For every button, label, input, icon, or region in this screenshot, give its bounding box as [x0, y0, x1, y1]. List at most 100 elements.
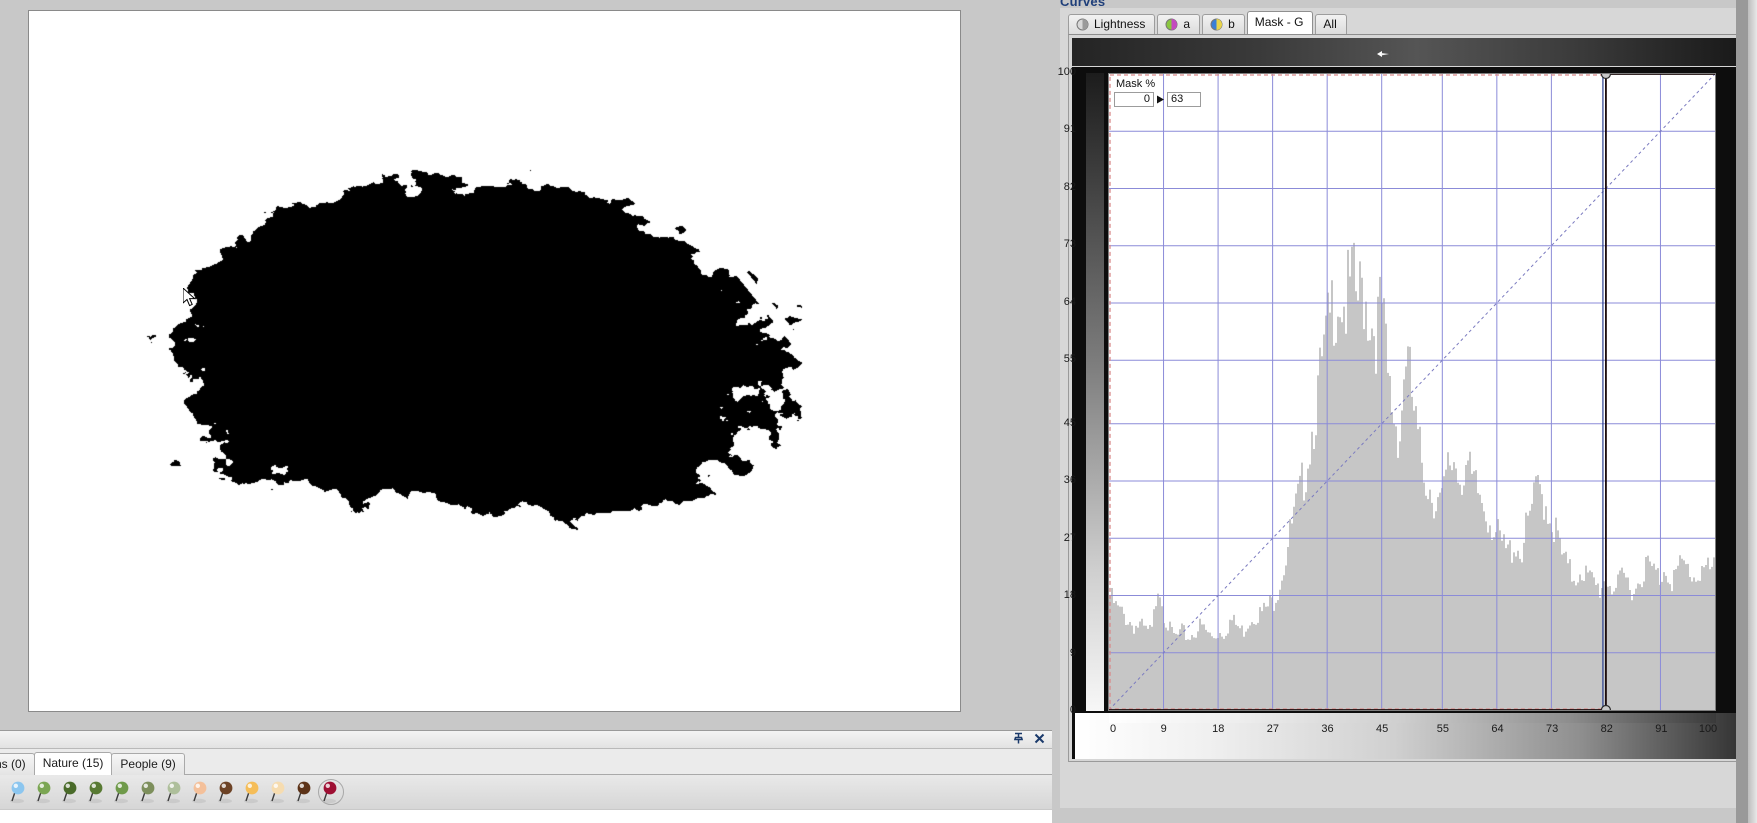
control-point-0[interactable]	[1600, 704, 1612, 711]
pin-blue[interactable]	[4, 777, 30, 807]
y-tick-27: 27	[1063, 531, 1076, 544]
y-tick-100: 100	[1057, 66, 1076, 78]
tag-panel-tools	[1012, 732, 1046, 745]
pin-crimson[interactable]	[316, 777, 344, 807]
mask-percent-readout: Mask % 0 63	[1114, 78, 1206, 107]
pin-green-3[interactable]	[108, 777, 134, 807]
tab-mask-g-label: Mask - G	[1254, 15, 1304, 29]
pin-brown-icon	[218, 781, 233, 804]
y-tick-9: 9	[1069, 646, 1076, 659]
pin-cream[interactable]	[264, 777, 290, 807]
play-arrow-icon	[1157, 95, 1164, 104]
pin-olive[interactable]	[134, 777, 160, 807]
tab-lightness[interactable]: Lightness	[1068, 14, 1156, 34]
pin-orange-icon	[244, 781, 259, 804]
pin-blue-icon	[10, 781, 25, 804]
tab-all[interactable]: All	[1315, 14, 1347, 34]
x-tick-0: 0	[1109, 723, 1117, 735]
pin-green-3-icon	[114, 781, 129, 804]
tab-a-label: a	[1183, 17, 1191, 31]
pin-cream-icon	[270, 781, 285, 804]
plot-area[interactable]: Mask % 0 63	[1108, 73, 1716, 711]
y-tick-45: 45	[1063, 416, 1076, 429]
image-viewer-pane	[0, 0, 1052, 730]
pin-darkbrown-icon	[296, 781, 311, 804]
graph-drag-handle-icon[interactable]	[1375, 49, 1391, 59]
x-tick-27: 27	[1266, 723, 1279, 735]
pin-sage[interactable]	[160, 777, 186, 807]
y-tick-18: 18	[1063, 589, 1076, 602]
pin-crimson-icon	[322, 781, 337, 804]
mask-preview-image[interactable]	[28, 10, 961, 712]
control-point-1[interactable]	[1600, 74, 1612, 80]
pin-brown[interactable]	[212, 777, 238, 807]
y-tick-91: 91	[1063, 123, 1076, 136]
tab-all-label: All	[1323, 17, 1337, 31]
app-root: ns (0) Nature (15) People (9) Curves Lig…	[0, 0, 1757, 823]
x-tick-36: 36	[1321, 723, 1334, 735]
lightness-swatch-icon	[1076, 18, 1089, 31]
pin-sage-icon	[166, 781, 181, 804]
graph-top-gradient-bar[interactable]	[1072, 38, 1736, 66]
pin-peach[interactable]	[186, 777, 212, 807]
pin-green-1[interactable]	[30, 777, 56, 807]
y-tick-73: 73	[1063, 238, 1076, 251]
x-tick-9: 9	[1160, 723, 1167, 735]
pin-green-1-icon	[36, 781, 51, 804]
tab-b[interactable]: b	[1202, 14, 1245, 34]
tag-tabs: ns (0) Nature (15) People (9)	[0, 752, 185, 775]
x-axis-labels: 0 9 18 27 36 45 55 64 73 82 91 100	[1109, 723, 1718, 741]
y-tick-64: 64	[1063, 295, 1076, 308]
pin-orange[interactable]	[238, 777, 264, 807]
x-tick-91: 91	[1655, 723, 1668, 735]
mask-percent-label: Mask %	[1116, 78, 1156, 90]
tag-tab-people[interactable]: People (9)	[111, 753, 185, 775]
curve-plot-svg[interactable]	[1109, 74, 1715, 710]
tab-lightness-label: Lightness	[1094, 17, 1146, 31]
tag-panel: ns (0) Nature (15) People (9)	[0, 730, 1052, 823]
pin-olive-icon	[140, 781, 155, 804]
tag-tab-0[interactable]: ns (0)	[0, 753, 35, 775]
x-tick-73: 73	[1545, 723, 1559, 735]
pin-green-2-icon	[88, 781, 103, 804]
channel-tabs: Lightness a b Mask - G All	[1068, 11, 1349, 34]
tab-b-label: b	[1228, 17, 1235, 31]
pin-green-2[interactable]	[82, 777, 108, 807]
mask-percent-fields: 0 63	[1114, 92, 1206, 107]
x-axis-gradient-ramp	[1109, 713, 1716, 723]
histogram-series	[1109, 242, 1715, 710]
close-icon[interactable]	[1033, 732, 1046, 745]
mask-preview-canvas[interactable]	[29, 11, 960, 711]
curves-panel-body: Lightness a b Mask - G All 0 9 18 27 36 …	[1058, 8, 1748, 808]
panel-right-edge	[1748, 0, 1757, 823]
y-tick-0: 0	[1069, 704, 1076, 716]
tab-mask-g[interactable]: Mask - G	[1246, 11, 1314, 34]
tag-tab-nature[interactable]: Nature (15)	[33, 752, 113, 775]
x-tick-100: 100	[1698, 723, 1718, 735]
y-tick-82: 82	[1063, 180, 1076, 193]
plot-wrapper: 0 9 18 27 36 45 55 64 73 82 91 100 Mask % 0 63	[1058, 67, 1739, 759]
tag-panel-footer	[0, 809, 1052, 823]
channel-a-swatch-icon	[1165, 18, 1178, 31]
pin-peach-icon	[192, 781, 207, 804]
x-tick-82: 82	[1600, 723, 1613, 735]
y-axis-labels: 0 9 18 27 36 45 55 64 73 82 91 100	[1046, 67, 1092, 759]
x-tick-18: 18	[1212, 723, 1225, 735]
y-tick-55: 55	[1063, 353, 1076, 366]
pin-icon[interactable]	[1012, 732, 1025, 745]
channel-b-swatch-icon	[1210, 18, 1223, 31]
tab-a[interactable]: a	[1157, 14, 1201, 34]
pin-green-dark[interactable]	[56, 777, 82, 807]
y-tick-36: 36	[1063, 474, 1076, 487]
tag-pin-strip	[0, 775, 1052, 809]
tag-panel-titlebar	[0, 731, 1052, 749]
pin-green-dark-icon	[62, 781, 77, 804]
x-tick-55: 55	[1436, 723, 1449, 735]
pin-darkbrown[interactable]	[290, 777, 316, 807]
x-tick-64: 64	[1491, 723, 1504, 735]
mask-to-input[interactable]: 63	[1167, 92, 1201, 107]
x-tick-45: 45	[1376, 723, 1389, 735]
mask-from-input[interactable]: 0	[1114, 92, 1154, 107]
panel-right-shadow	[1736, 0, 1748, 823]
curves-panel: Curves Lightness a b Mask - G All 0 9 18…	[1052, 0, 1757, 823]
